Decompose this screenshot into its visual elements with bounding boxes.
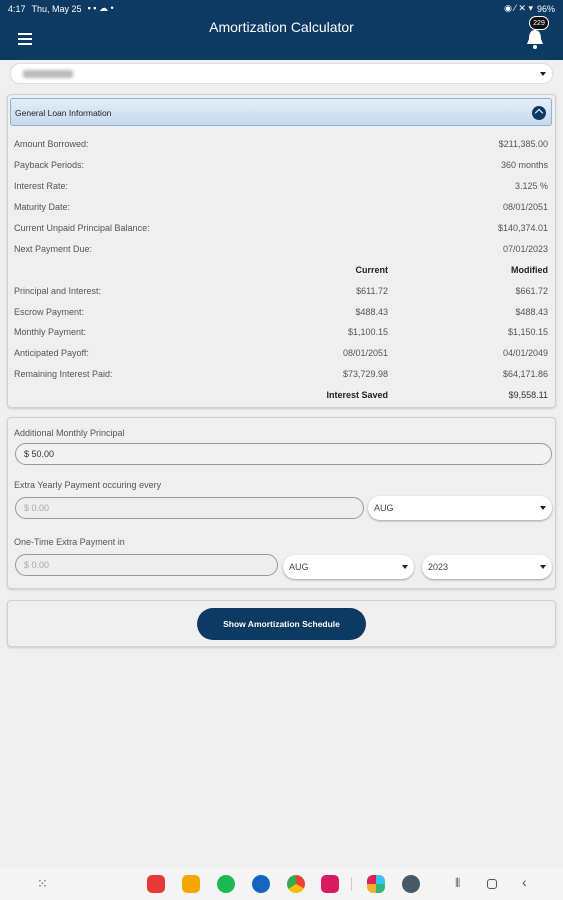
compare-label: Anticipated Payoff: — [14, 348, 89, 358]
compare-current: $73,729.98 — [342, 369, 388, 379]
info-value: 08/01/2051 — [502, 202, 548, 212]
chevron-down-icon — [540, 565, 546, 569]
app-header: 4:17 Thu, May 25 ▪ ▪ ☁ • ◉ ⁄ ✕ ▾ 96% Amo… — [0, 0, 563, 60]
additional-principal-input[interactable]: $ 50.00 — [15, 443, 552, 465]
recents-icon[interactable]: ⦀ — [455, 876, 460, 891]
info-label: Current Unpaid Principal Balance: — [14, 223, 150, 233]
chrome-app-icon[interactable] — [287, 875, 305, 893]
compare-label: Monthly Payment: — [14, 327, 87, 337]
section-header[interactable]: General Loan Information — [10, 98, 552, 126]
home-icon[interactable] — [487, 879, 497, 889]
info-label: Interest Rate: — [14, 181, 69, 191]
compare-label: Escrow Payment: — [14, 307, 85, 317]
back-icon[interactable]: ‹ — [522, 874, 527, 890]
system-icons: ◉ ⁄ ✕ ▾ — [504, 3, 533, 13]
section-title: General Loan Information — [15, 108, 112, 118]
camera-app-icon[interactable] — [321, 875, 339, 893]
column-header-modified: Modified — [511, 265, 548, 275]
interest-saved-value: $9,558.11 — [508, 390, 548, 400]
app-icon-yellow[interactable] — [182, 875, 200, 893]
additional-principal-label: Additional Monthly Principal — [14, 428, 125, 438]
settings-app-icon[interactable] — [402, 875, 420, 893]
yearly-month-value: AUG — [374, 503, 394, 513]
chevron-down-icon — [540, 72, 546, 76]
compare-current: $1,100.15 — [347, 327, 388, 337]
info-label: Maturity Date: — [14, 202, 71, 212]
dock-divider — [351, 877, 352, 891]
onetime-payment-label: One-Time Extra Payment in — [14, 537, 125, 547]
onetime-year-value: 2023 — [428, 562, 449, 572]
chevron-down-icon — [402, 565, 408, 569]
compare-modified: 04/01/2049 — [502, 348, 548, 358]
interest-saved-label: Interest Saved — [326, 390, 388, 400]
info-label: Next Payment Due: — [14, 244, 93, 254]
system-nav-bar: ⁙ ⦀ ‹ — [0, 868, 563, 900]
info-label: Amount Borrowed: — [14, 139, 89, 149]
phone-app-icon[interactable] — [217, 875, 235, 893]
collapse-icon[interactable] — [532, 106, 546, 120]
loan-select[interactable] — [10, 63, 553, 84]
slack-app-icon[interactable] — [367, 875, 385, 893]
compare-modified: $1,150.15 — [507, 327, 548, 337]
info-value: 07/01/2023 — [502, 244, 548, 254]
yearly-payment-label: Extra Yearly Payment occuring every — [14, 480, 162, 490]
compare-current: $488.43 — [355, 307, 388, 317]
yearly-payment-input[interactable]: $ 0.00 — [15, 497, 364, 519]
show-schedule-button[interactable]: Show Amortization Schedule — [197, 608, 366, 640]
menu-icon[interactable] — [18, 33, 32, 48]
compare-current: $611.72 — [356, 286, 388, 296]
info-value: 360 months — [500, 160, 548, 170]
notification-badge: 229 — [529, 16, 549, 30]
compare-modified: $661.72 — [515, 286, 548, 296]
compare-modified: $64,171.86 — [502, 369, 548, 379]
compare-current: 08/01/2051 — [342, 348, 388, 358]
info-value: 3.125 % — [514, 181, 548, 191]
chevron-down-icon — [540, 506, 546, 510]
battery-level: 96% — [536, 3, 555, 14]
notification-icons: ▪ ▪ ☁ • — [87, 3, 114, 13]
info-value: $211,385.00 — [498, 139, 548, 149]
status-bar-right: ◉ ⁄ ✕ ▾ 96% — [504, 3, 555, 14]
column-header-current: Current — [355, 265, 388, 275]
onetime-month-value: AUG — [289, 562, 309, 572]
app-icon-red[interactable] — [147, 875, 165, 893]
app-drawer-icon[interactable]: ⁙ — [37, 876, 48, 892]
status-time: 4:17 — [8, 3, 26, 14]
yearly-month-select[interactable]: AUG — [368, 496, 552, 520]
messages-app-icon[interactable] — [252, 875, 270, 893]
info-label: Payback Periods: — [14, 160, 85, 170]
onetime-month-select[interactable]: AUG — [283, 555, 414, 579]
status-bar-left: 4:17 Thu, May 25 ▪ ▪ ☁ • — [8, 3, 114, 14]
compare-label: Remaining Interest Paid: — [14, 369, 113, 379]
compare-label: Principal and Interest: — [14, 286, 102, 296]
bell-icon[interactable] — [525, 28, 545, 50]
status-date: Thu, May 25 — [31, 3, 82, 14]
compare-modified: $488.43 — [515, 307, 548, 317]
page-title: Amortization Calculator — [209, 19, 354, 35]
onetime-year-select[interactable]: 2023 — [422, 555, 552, 579]
info-value: $140,374.01 — [497, 223, 548, 233]
loan-number-redacted — [23, 70, 73, 78]
onetime-payment-input[interactable]: $ 0.00 — [15, 554, 278, 576]
